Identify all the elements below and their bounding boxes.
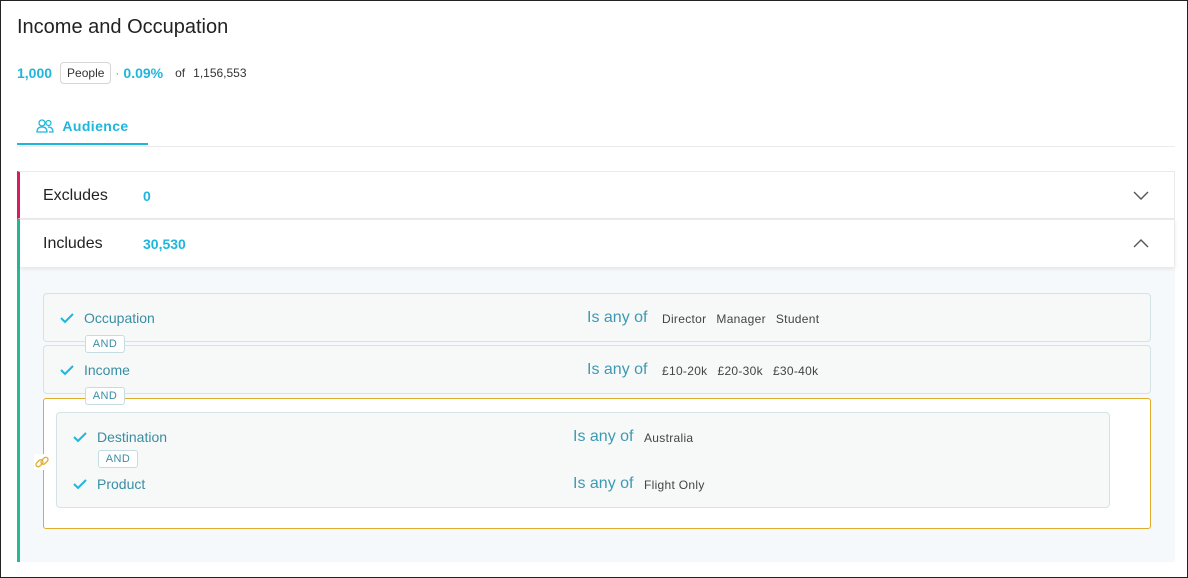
rule-operator: Is any of [587,309,648,326]
check-icon [73,479,87,490]
page-title: Income and Occupation [17,16,229,38]
rule-field: Occupation [84,310,155,326]
rule-value: Flight Only [644,478,705,492]
check-icon [73,432,87,443]
rule-operator: Is any of [573,475,634,492]
excludes-label: Excludes [43,187,108,204]
rule-group-body[interactable] [56,412,1110,508]
rule-values: Flight Only [644,478,705,492]
check-icon [60,313,74,324]
and-connector[interactable]: AND [98,450,138,468]
tab-audience[interactable]: Audience [17,108,148,145]
audience-stats: 1,000 People · 0.09% of 1,156,553 [17,62,247,84]
rule-value: Australia [644,431,694,445]
rule-occupation[interactable]: Occupation Is any of Director Manager St… [43,293,1151,342]
excludes-panel: Excludes 0 [17,171,1175,219]
rule-value: Manager [716,312,766,326]
rule-operator: Is any of [587,361,648,378]
unit-selector[interactable]: People [60,62,112,84]
includes-count: 30,530 [143,235,186,252]
chevron-up-icon[interactable] [1132,236,1150,250]
and-connector[interactable]: AND [85,387,125,405]
audience-percent: 0.09% [123,65,164,81]
rule-value: £30-40k [772,364,819,378]
total-count: 1,156,553 [193,66,247,80]
link-icon[interactable] [34,454,50,470]
rule-value: Student [775,312,820,326]
rule-values: Director Manager Student [662,312,819,326]
rule-value: £20-30k [717,364,763,378]
rule-field-destination[interactable]: Destination [97,429,167,445]
audience-count: 1,000 [17,65,53,81]
tab-audience-label: Audience [62,117,129,134]
includes-label: Includes [43,234,103,252]
rule-field: Income [84,362,130,378]
of-label: of [175,66,186,80]
rule-income[interactable]: Income Is any of £10-20k £20-30k £30-40k [43,345,1151,394]
rule-values: Australia [644,431,693,445]
stat-separator: · [115,66,120,80]
excludes-header[interactable]: Excludes 0 [20,172,1174,220]
rule-value: £10-20k [662,364,708,378]
chevron-down-icon[interactable] [1132,188,1150,202]
rule-operator: Is any of [573,428,634,445]
excludes-count: 0 [143,188,151,204]
people-icon [36,118,54,133]
rule-values: £10-20k £20-30k £30-40k [662,364,818,378]
check-icon [60,365,74,376]
and-connector[interactable]: AND [85,335,125,353]
rule-value: Director [662,312,707,326]
includes-header[interactable]: Includes 30,530 [20,219,1175,267]
tab-divider [17,146,1175,147]
rule-field-product[interactable]: Product [97,476,145,492]
